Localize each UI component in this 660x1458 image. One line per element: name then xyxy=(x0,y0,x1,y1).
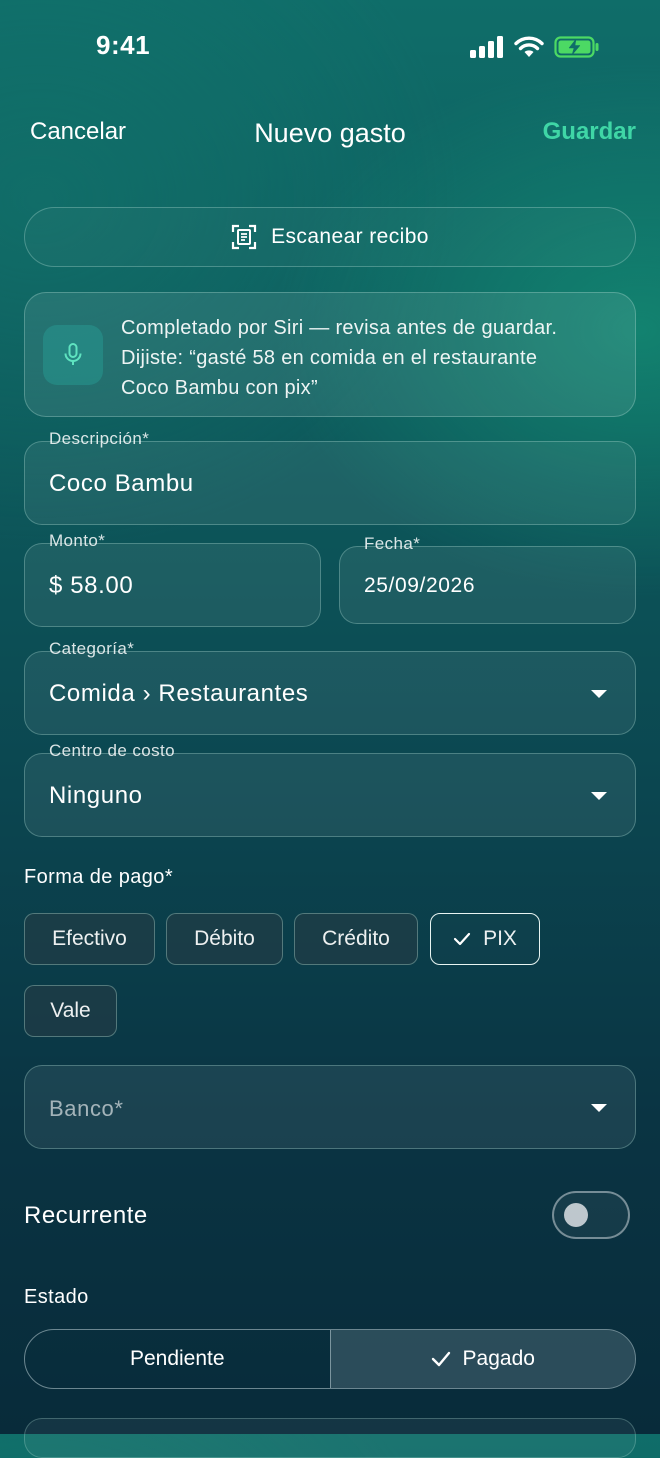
status-icons xyxy=(470,36,600,58)
description-field[interactable]: Descripción* Coco Bambu xyxy=(24,429,636,525)
checkmark-icon xyxy=(453,932,471,946)
amount-field[interactable]: Monto* $ 58.00 xyxy=(24,531,321,627)
payment-option-vale[interactable]: Vale xyxy=(24,985,117,1037)
checkmark-icon xyxy=(431,1351,450,1367)
siri-mic-badge xyxy=(43,325,103,385)
siri-message-line: Completado por Siri — revisa antes de gu… xyxy=(121,317,558,339)
scan-receipt-button[interactable]: Escanear recibo xyxy=(24,207,636,267)
microphone-icon xyxy=(64,343,82,365)
category-label: Categoría* xyxy=(49,639,135,658)
chevron-down-icon xyxy=(591,1104,607,1112)
siri-message: Completado por Siri — revisa antes de gu… xyxy=(121,313,621,403)
bank-select[interactable]: Banco* xyxy=(24,1065,636,1149)
payment-option-credito[interactable]: Crédito xyxy=(294,913,418,965)
amount-label: Monto* xyxy=(49,531,106,550)
description-value: Coco Bambu xyxy=(49,470,194,497)
wifi-icon xyxy=(514,36,544,57)
chip-label: Vale xyxy=(50,999,91,1022)
chip-label: PIX xyxy=(483,927,517,950)
save-button[interactable]: Guardar xyxy=(543,118,636,146)
status-label: Estado xyxy=(24,1286,89,1308)
status-time: 9:41 xyxy=(96,30,151,60)
chevron-down-icon xyxy=(591,690,607,698)
category-select[interactable]: Categoría* Comida › Restaurantes xyxy=(24,639,636,735)
siri-notice-card: Completado por Siri — revisa antes de gu… xyxy=(24,292,636,417)
chip-label: Débito xyxy=(194,927,255,950)
payment-option-efectivo[interactable]: Efectivo xyxy=(24,913,155,965)
recurring-label: Recurrente xyxy=(24,1202,148,1229)
bank-placeholder: Banco* xyxy=(49,1096,124,1121)
status-option-pendiente[interactable]: Pendiente xyxy=(25,1330,330,1388)
date-field[interactable]: Fecha* 25/09/2026 xyxy=(339,534,636,624)
status-option-pagado[interactable]: Pagado xyxy=(329,1330,635,1388)
date-value: 25/09/2026 xyxy=(364,574,476,597)
cost-center-value: Ninguno xyxy=(49,782,143,809)
battery-charging-icon xyxy=(554,36,599,58)
scan-receipt-label: Escanear recibo xyxy=(271,225,429,248)
date-label: Fecha* xyxy=(364,534,421,553)
segment-label: Pendiente xyxy=(129,1347,225,1370)
chip-label: Efectivo xyxy=(52,927,127,950)
recurring-toggle[interactable] xyxy=(552,1191,630,1239)
chip-label: Crédito xyxy=(322,927,390,950)
scan-document-icon xyxy=(232,224,257,250)
amount-value: $ 58.00 xyxy=(49,572,134,599)
description-label: Descripción* xyxy=(49,429,150,448)
next-field[interactable] xyxy=(24,1418,636,1458)
category-value: Comida › Restaurantes xyxy=(49,680,309,707)
cancel-button[interactable]: Cancelar xyxy=(30,118,126,146)
segment-label: Pagado xyxy=(462,1347,535,1370)
siri-message-line: Dijiste: “gasté 58 en comida en el resta… xyxy=(121,347,538,369)
payment-option-debito[interactable]: Débito xyxy=(166,913,283,965)
toggle-knob xyxy=(564,1203,588,1227)
cellular-signal-icon xyxy=(470,36,503,58)
siri-message-line: Coco Bambu con pix” xyxy=(121,377,318,399)
cost-center-label: Centro de costo xyxy=(49,741,176,760)
cost-center-select[interactable]: Centro de costo Ninguno xyxy=(24,741,636,837)
payment-method-label: Forma de pago* xyxy=(24,866,174,888)
payment-option-pix[interactable]: PIX xyxy=(430,913,540,965)
status-segmented-control: Pendiente Pagado xyxy=(24,1329,636,1389)
chevron-down-icon xyxy=(591,792,607,800)
